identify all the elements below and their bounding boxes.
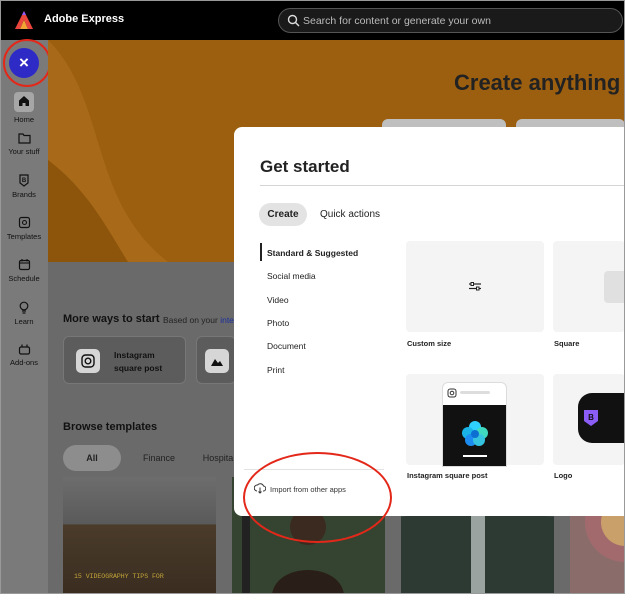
phone-screen [443,405,506,466]
sidebar-item-brands[interactable]: B Brands [0,174,48,199]
image-edit-icon [205,349,229,373]
hero-title: Create anything [454,70,621,95]
more-ways-subtitle: Based on your inter [163,315,237,325]
start-card-instagram[interactable]: Instagram square post [63,336,186,384]
category-document[interactable]: Document [267,341,306,351]
instagram-icon [447,388,457,398]
filter-hospitality[interactable]: Hospita [198,445,238,471]
square-preview [604,271,625,303]
modal-divider [260,185,625,186]
search-bar[interactable] [278,8,623,33]
tile-label: Square [554,339,580,348]
brand-icon: B [19,174,29,187]
sidebar-item-home[interactable]: Home [0,92,48,124]
template-thumbnail-caption: 15 VIDEOGRAPHY TIPS FOR [74,573,164,580]
start-card-partial[interactable] [196,336,236,384]
sidebar-item-learn[interactable]: Learn [0,301,48,326]
tile-square[interactable] [553,241,625,332]
category-photo[interactable]: Photo [267,318,289,328]
adobe-express-logo-icon[interactable] [14,10,34,30]
tile-label: Instagram square post [407,471,488,480]
home-icon-box [14,92,34,112]
addons-icon [18,344,30,355]
flower-graphic [462,421,488,446]
svg-text:B: B [588,413,594,422]
phone-preview [442,382,507,467]
tile-label: Logo [554,471,573,480]
category-video[interactable]: Video [267,295,289,305]
calendar-icon [18,259,30,271]
tile-label: Custom size [407,339,452,348]
phone-header-bar [460,391,490,394]
sidebar-item-label: Schedule [8,274,40,283]
category-standard-suggested[interactable]: Standard & Suggested [267,248,358,258]
filter-finance[interactable]: Finance [132,445,186,471]
top-bar: Adobe Express [0,0,625,40]
sidebar-item-schedule[interactable]: Schedule [0,258,48,283]
sidebar-item-label: Add-ons [10,358,38,367]
search-icon [287,14,300,27]
more-ways-title: More ways to start [63,313,160,325]
sidebar-item-label: Home [13,115,34,124]
instagram-icon [76,349,100,373]
sidebar-item-add-ons[interactable]: Add-ons [0,343,48,367]
annotation-ellipse [243,452,392,543]
lightbulb-icon [19,301,29,314]
sidebar: Home Your stuff B Brands Templates Sched… [0,40,48,594]
svg-text:B: B [22,178,27,184]
category-active-indicator [260,243,262,261]
sidebar-item-label: Learn [14,317,34,326]
folder-icon [17,133,31,144]
modal-title: Get started [260,157,350,176]
annotation-circle [3,39,51,87]
search-input[interactable] [303,13,613,29]
more-ways-subtitle-text: Based on your [163,315,218,325]
category-social-media[interactable]: Social media [267,271,316,281]
app-title: Adobe Express [44,13,125,25]
sliders-icon [469,282,481,291]
phone-caption-bar [463,455,487,457]
sidebar-item-templates[interactable]: Templates [0,216,48,241]
tile-custom-size[interactable] [406,241,544,332]
browse-templates-title: Browse templates [63,421,158,433]
brand-logo-icon: B [584,410,598,426]
sidebar-item-label: Templates [6,232,42,241]
tab-quick-actions[interactable]: Quick actions [320,203,380,226]
category-print[interactable]: Print [267,365,284,375]
logo-preview: B [578,393,625,443]
tab-create[interactable]: Create [259,203,307,226]
home-icon [19,96,29,106]
sidebar-item-your-stuff[interactable]: Your stuff [0,132,48,156]
start-card-label: Instagram square post [114,350,163,373]
templates-icon [18,216,30,229]
filter-all[interactable]: All [63,445,121,471]
sidebar-item-label: Brands [12,190,36,199]
sidebar-item-label: Your stuff [8,147,40,156]
